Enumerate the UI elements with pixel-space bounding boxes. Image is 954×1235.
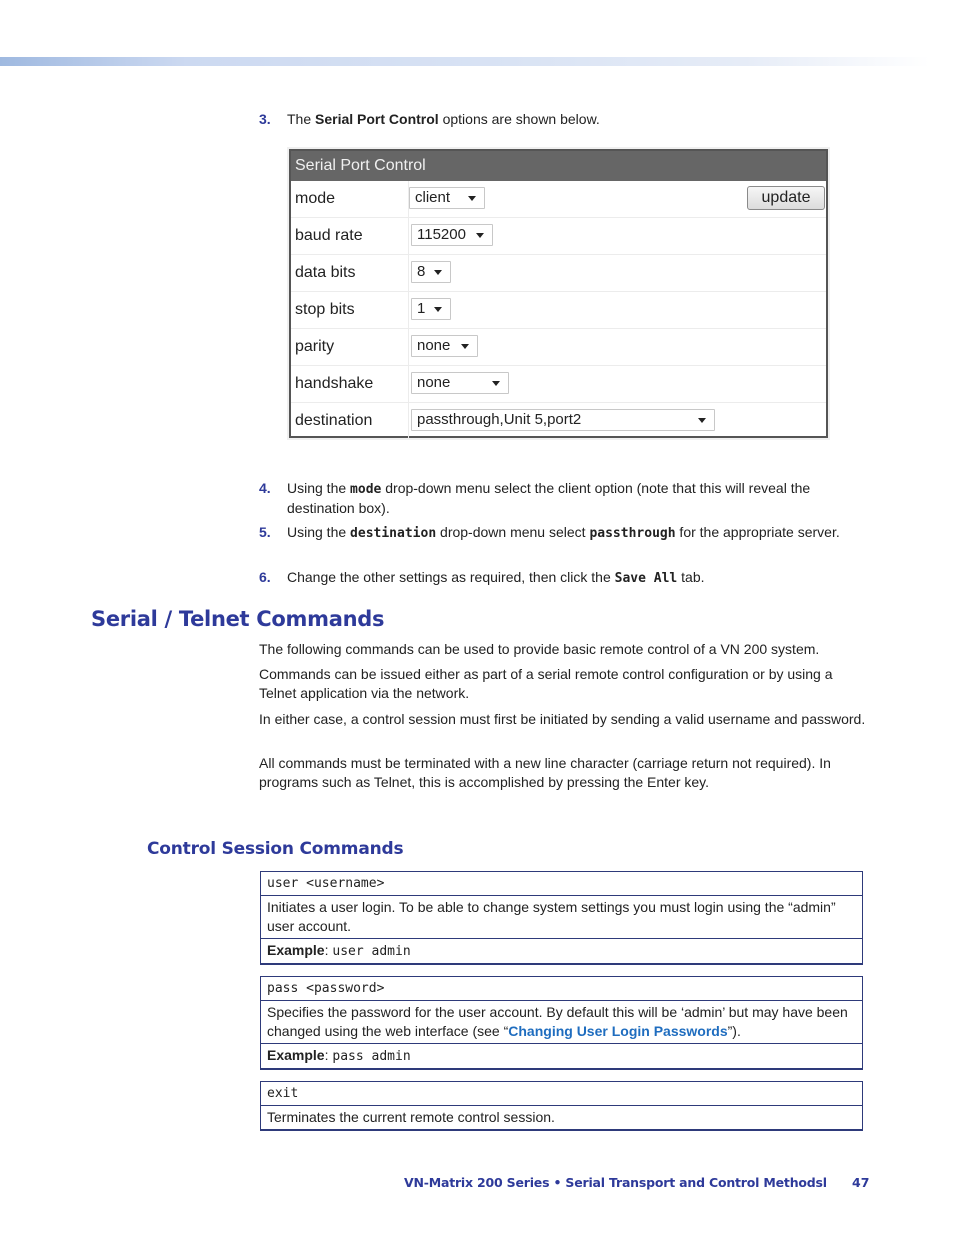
baud-rate-select[interactable]: 115200 xyxy=(411,224,493,246)
update-button[interactable]: update xyxy=(747,186,825,210)
field-label: mode xyxy=(295,190,336,207)
command-table-user: user <username> Initiates a user login. … xyxy=(260,871,863,965)
text: Using the xyxy=(287,480,351,496)
command-description: Initiates a user login. To be able to ch… xyxy=(261,896,862,939)
row-data-bits: data bits 8 xyxy=(291,255,826,292)
stop-bits-select[interactable]: 1 xyxy=(411,298,451,320)
select-value: client xyxy=(415,189,451,206)
column-divider xyxy=(408,403,409,439)
text: tab. xyxy=(677,569,705,585)
column-divider xyxy=(408,329,409,365)
bold-text: Serial Port Control xyxy=(315,111,439,127)
code-text: Save All xyxy=(614,571,678,586)
example-code: pass admin xyxy=(332,1049,411,1064)
code-text: mode xyxy=(350,482,382,497)
subsection-heading: Control Session Commands xyxy=(147,839,404,859)
column-divider xyxy=(408,292,409,328)
command-table-pass: pass <password> Specifies the password f… xyxy=(260,976,863,1070)
command-table-exit: exit Terminates the current remote contr… xyxy=(260,1081,863,1131)
field-label: destination xyxy=(295,412,373,429)
column-divider xyxy=(408,366,409,402)
command-syntax: user <username> xyxy=(261,872,862,896)
example-code: user admin xyxy=(332,944,411,959)
chevron-down-icon xyxy=(698,418,706,423)
example-label: Example xyxy=(267,1047,325,1063)
command-description: Specifies the password for the user acco… xyxy=(261,1001,862,1044)
code-text: destination xyxy=(350,526,437,541)
row-stop-bits: stop bits 1 xyxy=(291,292,826,329)
row-mode: mode client update xyxy=(291,181,826,218)
data-bits-select[interactable]: 8 xyxy=(411,261,451,283)
column-divider xyxy=(408,255,409,291)
page-number: 47 xyxy=(852,1175,870,1190)
field-label: data bits xyxy=(295,264,356,281)
chevron-down-icon xyxy=(492,381,500,386)
parity-select[interactable]: none xyxy=(411,335,478,357)
select-value: 1 xyxy=(417,300,426,317)
step-4: 4. Using the mode drop-down menu select … xyxy=(259,479,869,517)
text: Change the other settings as required, t… xyxy=(287,569,615,585)
step-3: 3. The Serial Port Control options are s… xyxy=(259,110,869,128)
code-text: passthrough xyxy=(589,526,676,541)
step-number: 5. xyxy=(259,524,271,540)
select-value: none xyxy=(417,337,451,354)
field-label: handshake xyxy=(295,375,374,392)
select-value: passthrough,Unit 5,port2 xyxy=(417,411,582,428)
row-parity: parity none xyxy=(291,329,826,366)
footer-text: VN-Matrix 200 Series • Serial Transport … xyxy=(404,1175,827,1190)
section-heading: Serial / Telnet Commands xyxy=(91,607,385,631)
chevron-down-icon xyxy=(434,307,442,312)
step-5: 5. Using the destination drop-down menu … xyxy=(259,523,869,543)
paragraph: Commands can be issued either as part of… xyxy=(259,666,833,701)
row-baud-rate: baud rate 115200 xyxy=(291,218,826,255)
step-text: Using the destination drop-down menu sel… xyxy=(287,523,869,543)
field-label: baud rate xyxy=(295,227,363,244)
command-description: Terminates the current remote control se… xyxy=(267,1109,555,1125)
row-handshake: handshake none xyxy=(291,366,826,403)
header-gradient-bar xyxy=(0,57,930,66)
paragraph: In either case, a control session must f… xyxy=(259,711,866,727)
serial-port-control-panel: Serial Port Control mode client update b… xyxy=(287,147,830,440)
select-value: none xyxy=(417,374,451,391)
paragraph: The following commands can be used to pr… xyxy=(259,641,820,657)
step-text: Using the mode drop-down menu select the… xyxy=(287,479,869,517)
text: The xyxy=(287,111,316,127)
select-value: 115200 xyxy=(417,226,466,243)
panel-frame: Serial Port Control mode client update b… xyxy=(289,149,828,439)
text: options are shown below. xyxy=(438,111,600,127)
step-text: The Serial Port Control options are show… xyxy=(287,110,869,128)
step-6: 6. Change the other settings as required… xyxy=(259,568,869,588)
column-divider xyxy=(408,218,409,254)
changing-user-login-passwords-link[interactable]: Changing User Login Passwords xyxy=(508,1023,727,1039)
chevron-down-icon xyxy=(476,233,484,238)
command-syntax: pass <password> xyxy=(261,977,862,1001)
field-label: parity xyxy=(295,338,335,355)
select-value: 8 xyxy=(417,263,426,280)
step-number: 3. xyxy=(259,111,271,127)
command-example: Example: pass admin xyxy=(267,1047,411,1064)
chevron-down-icon xyxy=(468,196,476,201)
step-number: 4. xyxy=(259,480,271,496)
field-label: stop bits xyxy=(295,301,355,318)
example-label: Example xyxy=(267,942,325,958)
command-syntax: exit xyxy=(261,1082,862,1106)
mode-select[interactable]: client xyxy=(409,187,485,209)
text: for the appropriate server. xyxy=(675,524,840,540)
paragraph: All commands must be terminated with a n… xyxy=(259,755,831,790)
text: ”). xyxy=(727,1023,741,1039)
row-destination: destination passthrough,Unit 5,port2 xyxy=(291,403,826,439)
text: drop-down menu select xyxy=(436,524,590,540)
step-number: 6. xyxy=(259,569,271,585)
handshake-select[interactable]: none xyxy=(411,372,509,394)
chevron-down-icon xyxy=(461,344,469,349)
command-example: Example: user admin xyxy=(267,942,411,959)
panel-title: Serial Port Control xyxy=(291,151,826,181)
destination-select[interactable]: passthrough,Unit 5,port2 xyxy=(411,409,715,431)
chevron-down-icon xyxy=(434,270,442,275)
step-text: Change the other settings as required, t… xyxy=(287,568,869,588)
text: Using the xyxy=(287,524,351,540)
